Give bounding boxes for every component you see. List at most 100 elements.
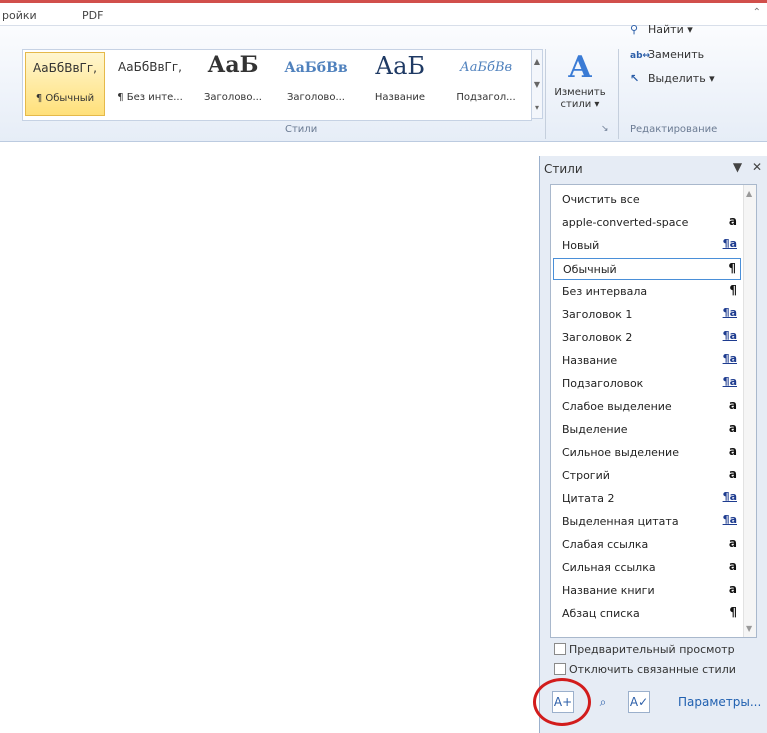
gallery-scrollbar[interactable]: ▲ ▼ ▾ xyxy=(531,49,543,119)
replace-button[interactable]: ab↔Заменить xyxy=(630,48,704,61)
style-item[interactable]: Строгий a xyxy=(553,465,741,487)
style-item-label: Слабая ссылка xyxy=(562,538,649,551)
preview-checkbox[interactable]: Предварительный просмотр xyxy=(554,643,735,656)
ribbon-tab-bar: ройки PDF ⌃ xyxy=(0,3,767,25)
disable-linked-styles-label: Отключить связанные стили xyxy=(569,663,736,676)
style-preview: АаБ xyxy=(207,52,259,78)
tab-pdf[interactable]: PDF xyxy=(82,9,103,22)
style-item-label: Сильная ссылка xyxy=(562,561,656,574)
character-style-icon: a xyxy=(728,214,737,228)
style-item-label: Слабое выделение xyxy=(562,400,672,413)
character-style-icon: a xyxy=(728,536,737,550)
style-preview: АаБбВвГг, xyxy=(33,61,97,75)
style-item[interactable]: Цитата 2 ¶a xyxy=(553,488,741,510)
paragraph-style-icon: ¶ xyxy=(728,261,736,275)
scroll-up-icon[interactable]: ▲ xyxy=(532,50,542,73)
style-item[interactable]: Название книги a xyxy=(553,580,741,602)
gallery-style-subtitle[interactable]: АаБбВв Подзагол... xyxy=(443,52,529,116)
gallery-style-heading2[interactable]: АаБбВв Заголово... xyxy=(275,52,357,116)
style-item[interactable]: Сильная ссылка a xyxy=(553,557,741,579)
group-divider xyxy=(545,49,546,139)
style-inspector-button[interactable]: ⌕ xyxy=(592,691,614,713)
style-item-label: Цитата 2 xyxy=(562,492,615,505)
find-button[interactable]: ⚲ Найти ▾ xyxy=(630,23,693,36)
linked-style-icon: ¶a xyxy=(722,490,737,503)
pane-menu-icon[interactable]: ▼ xyxy=(733,160,742,174)
style-item-clear-all[interactable]: Очистить все xyxy=(553,189,741,211)
style-item-label: Название xyxy=(562,354,618,367)
style-item[interactable]: Выделенная цитата ¶a xyxy=(553,511,741,533)
change-styles-line1: Изменить xyxy=(554,87,606,98)
tab-settings[interactable]: ройки xyxy=(2,9,37,22)
style-item-selected[interactable]: Обычный ¶ xyxy=(553,258,741,280)
character-style-icon: a xyxy=(728,398,737,412)
styles-list-scrollbar[interactable]: ▲ ▼ xyxy=(743,185,756,637)
gallery-style-heading1[interactable]: АаБ Заголово... xyxy=(193,52,273,116)
character-style-icon: a xyxy=(728,467,737,481)
style-item-label: Заголовок 2 xyxy=(562,331,633,344)
style-item-label: Строгий xyxy=(562,469,610,482)
cursor-arrow-icon: ↖ xyxy=(630,72,640,85)
styles-pane: Стили ▼ ✕ Очистить все apple-converted-s… xyxy=(539,156,767,733)
manage-styles-button[interactable]: A✓ xyxy=(628,691,650,713)
style-item-label: apple-converted-space xyxy=(562,216,689,229)
styles-pane-title: Стили xyxy=(544,162,583,176)
group-divider xyxy=(618,49,619,139)
style-item[interactable]: Абзац списка ¶ xyxy=(553,603,741,625)
style-preview: АаБбВв xyxy=(459,60,513,75)
style-item-label: Выделенная цитата xyxy=(562,515,679,528)
styles-gallery: АаБбВвГг, ¶ Обычный АаБбВвГг, ¶ Без инте… xyxy=(22,49,532,121)
change-styles-button[interactable]: A Изменить стили ▾ xyxy=(550,49,610,129)
style-item[interactable]: Подзаголовок ¶a xyxy=(553,373,741,395)
style-item-label: Выделение xyxy=(562,423,628,436)
scroll-down-icon[interactable]: ▼ xyxy=(746,624,752,633)
manage-styles-icon: A✓ xyxy=(629,695,649,709)
style-label: Заголово... xyxy=(287,92,345,103)
style-item-label: Сильное выделение xyxy=(562,446,679,459)
style-item-label: Без интервала xyxy=(562,285,648,298)
style-label: Заголово... xyxy=(204,92,262,103)
select-button[interactable]: ↖ Выделить ▾ xyxy=(630,72,715,85)
character-style-icon: a xyxy=(728,582,737,596)
style-item[interactable]: apple-converted-space a xyxy=(553,212,741,234)
linked-style-icon: ¶a xyxy=(722,375,737,388)
style-label: Название xyxy=(374,92,426,103)
options-link[interactable]: Параметры... xyxy=(678,695,761,709)
scroll-down-icon[interactable]: ▼ xyxy=(532,73,542,96)
close-icon[interactable]: ✕ xyxy=(752,160,762,174)
ribbon-minimize-icon[interactable]: ⌃ xyxy=(753,7,761,18)
styles-group-label: Стили xyxy=(285,124,318,135)
style-item-label: Очистить все xyxy=(562,193,640,206)
checkbox-icon xyxy=(554,663,566,675)
style-item[interactable]: Название ¶a xyxy=(553,350,741,372)
style-preview: АаБбВвГг, xyxy=(118,60,182,74)
gallery-style-title[interactable]: АаБ Название xyxy=(359,52,441,116)
style-item-label: Новый xyxy=(562,239,600,252)
scroll-up-icon[interactable]: ▲ xyxy=(746,189,752,198)
style-item[interactable]: Заголовок 2 ¶a xyxy=(553,327,741,349)
checkbox-icon xyxy=(554,643,566,655)
character-style-icon: a xyxy=(728,444,737,458)
paragraph-style-icon: ¶ xyxy=(729,605,737,619)
linked-style-icon: ¶a xyxy=(722,352,737,365)
style-item[interactable]: Слабое выделение a xyxy=(553,396,741,418)
style-item[interactable]: Сильное выделение a xyxy=(553,442,741,464)
style-item[interactable]: Выделение a xyxy=(553,419,741,441)
style-item-label: Абзац списка xyxy=(562,607,640,620)
disable-linked-styles-checkbox[interactable]: Отключить связанные стили xyxy=(554,663,736,676)
linked-style-icon: ¶a xyxy=(722,329,737,342)
gallery-style-no-spacing[interactable]: АаБбВвГг, ¶ Без инте... xyxy=(109,52,191,116)
highlight-circle xyxy=(533,678,591,726)
gallery-more-icon[interactable]: ▾ xyxy=(532,96,542,119)
styles-list: Очистить все apple-converted-space a Новы… xyxy=(550,184,757,638)
style-item[interactable]: Новый ¶a xyxy=(553,235,741,257)
gallery-style-normal[interactable]: АаБбВвГг, ¶ Обычный xyxy=(25,52,105,116)
style-preview: АаБбВв xyxy=(284,60,348,76)
style-item[interactable]: Слабая ссылка a xyxy=(553,534,741,556)
editing-group-label: Редактирование xyxy=(630,124,718,135)
style-item-label: Заголовок 1 xyxy=(562,308,633,321)
style-item[interactable]: Без интервала ¶ xyxy=(553,281,741,303)
style-item[interactable]: Заголовок 1 ¶a xyxy=(553,304,741,326)
paragraph-style-icon: ¶ xyxy=(729,283,737,297)
character-style-icon: a xyxy=(728,559,737,573)
